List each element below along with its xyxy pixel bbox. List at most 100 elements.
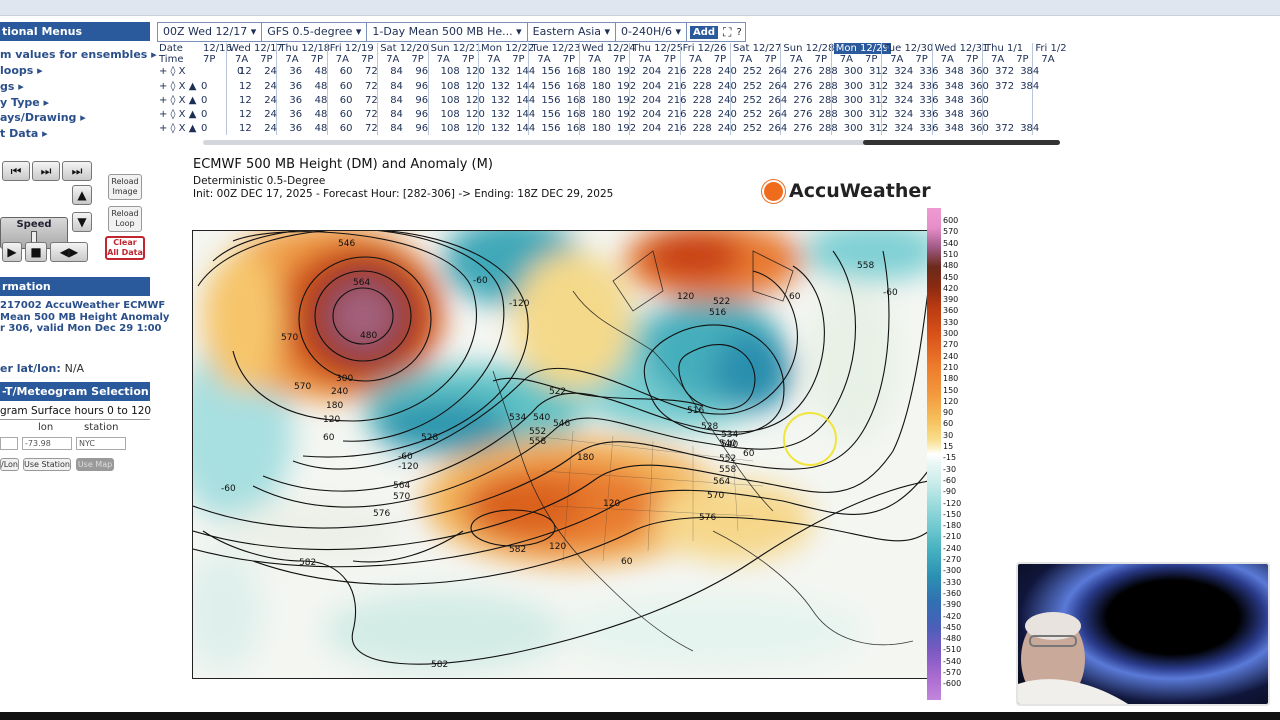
day-header[interactable]: Sun 12/28 <box>783 43 834 54</box>
forecast-hour-cell[interactable]: 228 <box>693 95 712 106</box>
forecast-hour-cell[interactable]: 120 <box>466 123 485 134</box>
forecast-hour-cell[interactable]: 276 <box>793 109 812 120</box>
day-header[interactable]: Sat 12/20 <box>380 43 428 54</box>
day-header[interactable]: 12/16 <box>203 43 232 54</box>
timeline-scrollbar[interactable] <box>203 140 1060 145</box>
reload-loop-button[interactable]: Reload Loop <box>108 206 142 232</box>
forecast-hour-cell[interactable]: 108 <box>441 123 460 134</box>
forecast-hour-cell[interactable]: 72 <box>365 81 378 92</box>
forecast-hour-cell[interactable]: 96 <box>415 81 428 92</box>
forecast-hour-cell[interactable]: 168 <box>567 95 586 106</box>
stop-icon[interactable]: ■ <box>25 242 47 262</box>
forecast-hour-cell[interactable]: 156 <box>541 95 560 106</box>
forecast-hour-cell[interactable]: 372 <box>995 81 1014 92</box>
forecast-hour-cell[interactable]: 360 <box>970 81 989 92</box>
forecast-hour-cell[interactable]: 24 <box>264 66 277 77</box>
speed-up-icon[interactable]: ▲ <box>72 185 92 205</box>
forecast-hour-cell[interactable]: 372 <box>995 123 1014 134</box>
forecast-hour-cell[interactable]: 276 <box>793 81 812 92</box>
forecast-hour-cell[interactable]: 228 <box>693 109 712 120</box>
menu-export-data[interactable]: t Data ▸ <box>0 127 48 140</box>
day-header[interactable]: Mon 12/29 <box>833 43 891 54</box>
rock-loop-icon[interactable]: ◀▶ <box>50 242 88 262</box>
forecast-hour-cell[interactable]: 264 <box>768 81 787 92</box>
day-header[interactable]: Thu 12/25 <box>632 43 683 54</box>
forecast-hour-cell[interactable]: 144 <box>516 109 535 120</box>
forecast-hour-cell[interactable]: 108 <box>441 109 460 120</box>
forecast-hour-cell[interactable]: 12 <box>239 95 252 106</box>
forecast-hour-cell[interactable]: 156 <box>541 66 560 77</box>
menu-ensembles[interactable]: m values for ensembles ▸ <box>0 48 157 61</box>
forecast-hour-cell[interactable]: 84 <box>390 123 403 134</box>
forecast-hour-cell[interactable]: 168 <box>567 123 586 134</box>
forecast-hour-cell[interactable]: 48 <box>315 81 328 92</box>
forecast-hour-cell[interactable]: 360 <box>970 123 989 134</box>
forecast-hour-cell[interactable]: 108 <box>441 66 460 77</box>
forecast-hour-cell[interactable]: 120 <box>466 109 485 120</box>
forecast-hour-cell[interactable]: 120 <box>466 81 485 92</box>
forecast-hour-cell[interactable]: 240 <box>718 109 737 120</box>
forecast-hour-cell[interactable]: 36 <box>289 95 302 106</box>
forecast-hour-cell[interactable]: 60 <box>340 81 353 92</box>
forecast-hour-cell[interactable]: 276 <box>793 95 812 106</box>
forecast-hour-cell[interactable]: 144 <box>516 95 535 106</box>
forecast-hour-cell[interactable]: 228 <box>693 123 712 134</box>
forecast-hour-cell[interactable]: 252 <box>743 66 762 77</box>
forecast-hour-cell[interactable]: 192 <box>617 95 636 106</box>
forecast-hour-cell[interactable]: 60 <box>340 123 353 134</box>
forecast-hour-cell[interactable]: 96 <box>415 109 428 120</box>
forecast-hour-cell[interactable]: 324 <box>894 109 913 120</box>
parameter-select[interactable]: 1-Day Mean 500 MB He... ▾ <box>367 23 528 41</box>
forecast-hour-cell[interactable]: 180 <box>592 81 611 92</box>
forecast-hour-cell[interactable]: 228 <box>693 66 712 77</box>
forecast-hour-cell[interactable]: 264 <box>768 95 787 106</box>
forecast-hour-cell[interactable]: 132 <box>491 123 510 134</box>
forecast-hour-cell[interactable]: 156 <box>541 123 560 134</box>
forecast-hour-cell[interactable]: 24 <box>264 81 277 92</box>
forecast-hour-cell[interactable]: 180 <box>592 109 611 120</box>
forecast-hour-cell[interactable]: 12 <box>239 81 252 92</box>
forecast-hour-cell[interactable]: 252 <box>743 95 762 106</box>
forecast-hour-cell[interactable]: 240 <box>718 66 737 77</box>
forecast-hour-cell[interactable]: 192 <box>617 66 636 77</box>
use-station-button[interactable]: Use Station <box>23 458 71 471</box>
day-header[interactable]: Thu 12/18 <box>279 43 330 54</box>
forecast-hour-cell[interactable]: 168 <box>567 109 586 120</box>
forecast-hour-cell[interactable]: 288 <box>819 81 838 92</box>
run-select[interactable]: 00Z Wed 12/17 ▾ <box>158 23 263 41</box>
day-header[interactable]: Sun 12/21 <box>431 43 482 54</box>
day-header[interactable]: Thu 1/1 <box>985 43 1023 54</box>
forecast-hour-cell[interactable]: 336 <box>919 66 938 77</box>
first-frame-button[interactable]: ⏮ <box>2 161 30 181</box>
forecast-hour-cell[interactable]: 204 <box>642 95 661 106</box>
forecast-hour-cell[interactable]: 264 <box>768 123 787 134</box>
forecast-hour-cell[interactable]: 348 <box>945 109 964 120</box>
forecast-hour-cell[interactable]: 48 <box>315 123 328 134</box>
forecast-hour-cell[interactable]: 60 <box>340 95 353 106</box>
forecast-hour-cell[interactable]: 204 <box>642 66 661 77</box>
forecast-hour-cell[interactable]: 60 <box>340 109 353 120</box>
day-header[interactable]: Tue 12/23 <box>531 43 580 54</box>
forecast-hour-cell[interactable]: 24 <box>264 109 277 120</box>
forecast-hour-cell[interactable]: 36 <box>289 66 302 77</box>
forecast-hour-cell[interactable]: 24 <box>264 123 277 134</box>
forecast-hour-cell[interactable]: 300 <box>844 66 863 77</box>
forecast-hour-cell[interactable]: 108 <box>441 95 460 106</box>
forecast-hour-cell[interactable]: 288 <box>819 66 838 77</box>
forecast-hour-cell[interactable]: 276 <box>793 123 812 134</box>
forecast-hour-cell[interactable]: 240 <box>718 95 737 106</box>
day-header[interactable]: Mon 12/22 <box>481 43 534 54</box>
forecast-hour-cell[interactable]: 0 <box>201 123 207 134</box>
forecast-hour-cell[interactable]: 156 <box>541 81 560 92</box>
forecast-hour-cell[interactable]: 228 <box>693 81 712 92</box>
forecast-hour-cell[interactable]: 288 <box>819 109 838 120</box>
forecast-hour-cell[interactable]: 192 <box>617 109 636 120</box>
forecast-hour-cell[interactable]: 300 <box>844 95 863 106</box>
forecast-hour-cell[interactable]: 216 <box>667 66 686 77</box>
forecast-hour-cell[interactable]: 156 <box>541 109 560 120</box>
forecast-hour-cell[interactable]: 36 <box>289 123 302 134</box>
forecast-hour-cell[interactable]: 300 <box>844 109 863 120</box>
forecast-hour-cell[interactable]: 348 <box>945 123 964 134</box>
forecast-hour-cell[interactable]: 180 <box>592 66 611 77</box>
forecast-hour-cell[interactable]: 252 <box>743 109 762 120</box>
